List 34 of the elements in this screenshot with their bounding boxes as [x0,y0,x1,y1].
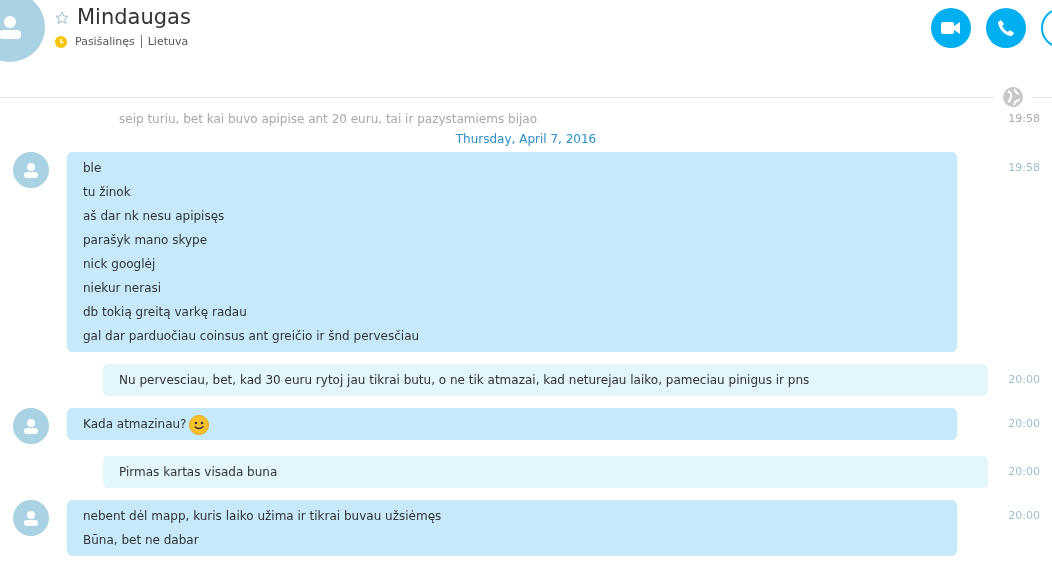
user-avatar [13,152,49,188]
globe-icon[interactable] [1002,86,1024,108]
message-text: Kada atmazinau? [83,417,187,431]
call-button[interactable] [986,8,1026,48]
message-text: tu žinok [83,185,131,199]
message-text: aš dar nk nesu apipisęs [83,209,225,223]
message-text: niekur nerasi [83,281,162,295]
user-avatar [13,408,49,444]
message-text: parašyk mano skype [83,233,208,247]
message-time: 19:58 [1007,160,1040,176]
message-text: Nu pervesciau, bet, kad 30 euru rytoj jau tikrai butu, o ne tik atmazai, kad neturejau laiko, pameciau pinigus ir pns [119,373,810,387]
contact-location: Lietuva [140,35,189,49]
message-text: db tokią greitą varkę radau [83,305,247,319]
message-text: gal dar parduočiau coinsus ant greičio ir šnd pervesčiau [83,329,420,343]
phone-icon [997,19,1015,37]
date-divider: Thursday, April 7, 2016 [455,132,597,146]
message-time: 20:00 [1007,508,1040,524]
message-text: Pirmas kartas visada buna [119,465,278,479]
video-camera-icon [941,21,961,35]
message-time: 20:00 [1007,372,1040,388]
message-text: ble [83,161,102,175]
favorite-star-icon[interactable] [55,10,69,25]
contact-status: Pasišalinęs [75,35,135,49]
message-time: 20:00 [1007,416,1040,432]
clock-icon [55,36,67,49]
message-text: nebent dėl mapp, kuris laiko užima ir tikrai buvau užsiėmęs [83,509,442,523]
contact-name: Mindaugas [77,5,191,31]
faded-message: seip turiu, bet kai buvo apipise ant 20 euru, tai ir pazystamiems bijao [119,111,538,128]
video-call-button[interactable] [931,8,971,48]
user-avatar [13,500,49,536]
message-time: 19:58 [1008,110,1040,127]
message-text: nick googlėj [83,257,156,271]
message-time: 20:00 [1007,464,1040,480]
message-text: Būna, bet ne dabar [83,533,199,547]
